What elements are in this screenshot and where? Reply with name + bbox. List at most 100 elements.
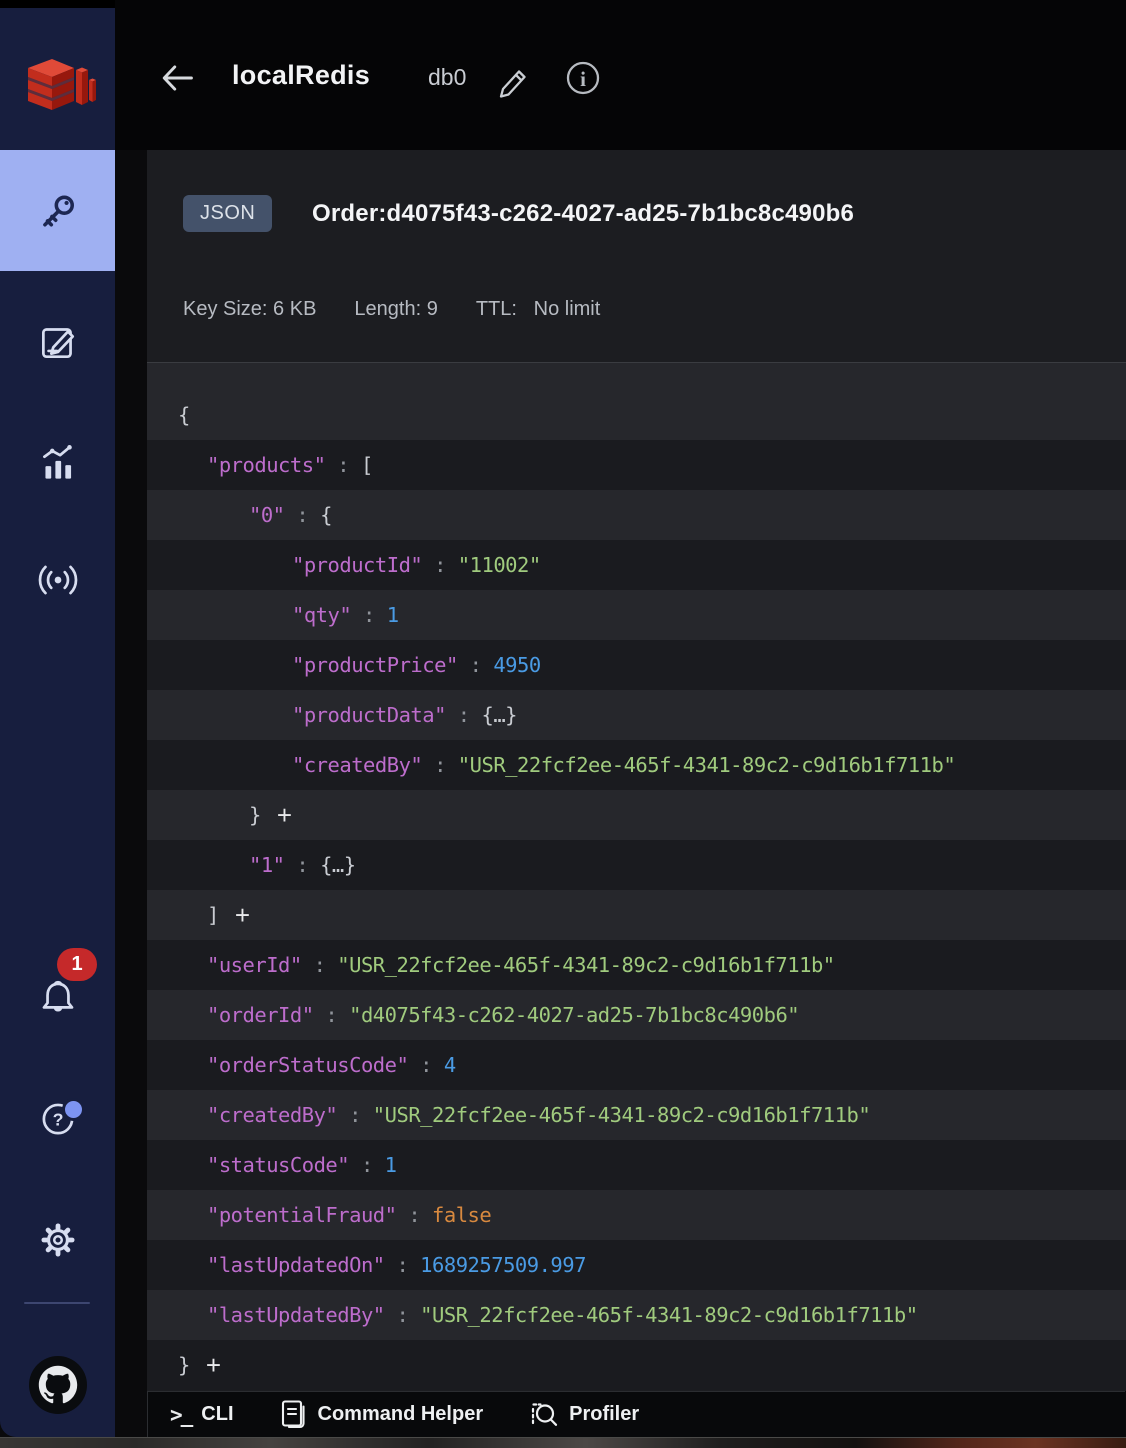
- add-item-button[interactable]: +: [235, 902, 250, 928]
- json-number-value: 1: [386, 603, 399, 627]
- key-ttl[interactable]: TTL: No limit: [476, 298, 600, 321]
- json-key: "createdBy": [207, 1103, 338, 1127]
- json-key: "productPrice": [292, 653, 458, 677]
- json-key: "potentialFraud": [207, 1203, 397, 1227]
- json-colon: :: [408, 1053, 444, 1077]
- json-key: "lastUpdatedBy": [207, 1303, 385, 1327]
- sidebar-item-github[interactable]: [0, 1345, 115, 1425]
- document-icon: [280, 1399, 308, 1431]
- json-row[interactable]: "productData" : {…}: [147, 690, 1126, 740]
- json-row[interactable]: "potentialFraud" : false: [147, 1190, 1126, 1240]
- json-row[interactable]: "createdBy" : "USR_22fcf2ee-465f-4341-89…: [147, 740, 1126, 790]
- header: localRedis db0 i: [115, 0, 1126, 150]
- key-details-panel: JSON Order:d4075f43-c262-4027-ad25-7b1bc…: [147, 150, 1126, 1391]
- json-colon: :: [445, 703, 482, 727]
- analytics-chart-icon: [35, 440, 81, 486]
- json-brace: }: [249, 803, 261, 827]
- json-row[interactable]: {: [147, 390, 1126, 440]
- bottom-toolbar: >_ CLI Command Helper Profiler: [147, 1391, 1125, 1437]
- sidebar-item-help[interactable]: ?: [0, 1078, 115, 1158]
- json-rows: {"products" : ["0" : {"productId" : "110…: [147, 390, 1126, 1390]
- edit-pencil-icon[interactable]: [491, 57, 535, 101]
- json-colon: :: [349, 1153, 385, 1177]
- json-brace: }: [178, 1353, 190, 1377]
- add-item-button[interactable]: +: [206, 1352, 221, 1378]
- json-row[interactable]: } +: [147, 1340, 1126, 1390]
- sidebar: 1 ?: [0, 8, 115, 1437]
- json-row[interactable]: "0" : {: [147, 490, 1126, 540]
- json-brace: ]: [207, 903, 219, 927]
- json-row[interactable]: "lastUpdatedBy" : "USR_22fcf2ee-465f-434…: [147, 1290, 1126, 1340]
- json-row[interactable]: "lastUpdatedOn" : 1689257509.997: [147, 1240, 1126, 1290]
- json-number-value: 4: [443, 1053, 456, 1077]
- json-tree: {"products" : ["0" : {"productId" : "110…: [147, 363, 1126, 1390]
- sidebar-item-analytics[interactable]: [0, 423, 115, 503]
- database-label: db0: [428, 64, 467, 90]
- profiler-search-icon: [529, 1400, 559, 1430]
- cli-button[interactable]: >_ CLI: [170, 1403, 234, 1427]
- sidebar-item-browser[interactable]: [0, 150, 115, 271]
- json-row[interactable]: ] +: [147, 890, 1126, 940]
- json-key: "orderStatusCode": [207, 1053, 409, 1077]
- json-colon: :: [301, 953, 338, 977]
- key-type-badge: JSON: [183, 195, 273, 232]
- back-arrow-icon[interactable]: [157, 58, 197, 98]
- json-row[interactable]: "productPrice" : 4950: [147, 640, 1126, 690]
- key-meta: Key Size: 6 KB Length: 9 TTL: No limit: [183, 298, 600, 321]
- profiler-button[interactable]: Profiler: [529, 1400, 639, 1430]
- profiler-label: Profiler: [569, 1403, 640, 1425]
- svg-text:?: ?: [52, 1109, 63, 1129]
- pubsub-broadcast-icon: [35, 557, 81, 603]
- json-key: "lastUpdatedOn": [207, 1253, 385, 1277]
- json-string-value: "USR_22fcf2ee-465f-4341-89c2-c9d16b1f711…: [420, 1303, 918, 1327]
- json-number-value: 4950: [493, 653, 541, 677]
- json-colon: :: [325, 453, 361, 477]
- json-row[interactable]: "userId" : "USR_22fcf2ee-465f-4341-89c2-…: [147, 940, 1126, 990]
- json-row[interactable]: "qty" : 1: [147, 590, 1126, 640]
- json-string-value: "11002": [457, 553, 541, 577]
- json-brace: {…}: [320, 853, 356, 877]
- info-icon[interactable]: i: [563, 58, 603, 98]
- json-brace: [: [360, 453, 373, 477]
- cli-label: CLI: [201, 1403, 234, 1425]
- command-helper-label: Command Helper: [317, 1403, 484, 1425]
- redis-logo-icon[interactable]: [0, 42, 115, 132]
- json-row[interactable]: "productId" : "11002": [147, 540, 1126, 590]
- json-colon: :: [351, 603, 387, 627]
- json-key: "productData": [292, 703, 446, 727]
- json-row[interactable]: "createdBy" : "USR_22fcf2ee-465f-4341-89…: [147, 1090, 1126, 1140]
- json-colon: :: [313, 1003, 350, 1027]
- json-row[interactable]: "statusCode" : 1: [147, 1140, 1126, 1190]
- gear-icon: [35, 1217, 81, 1263]
- json-colon: :: [284, 503, 321, 527]
- sidebar-item-pubsub[interactable]: [0, 540, 115, 620]
- json-key: "products": [207, 453, 326, 477]
- add-item-button[interactable]: +: [277, 802, 292, 828]
- json-key: "orderId": [207, 1003, 314, 1027]
- key-name[interactable]: Order:d4075f43-c262-4027-ad25-7b1bc8c490…: [312, 200, 854, 228]
- json-colon: :: [422, 553, 458, 577]
- json-row[interactable]: "products" : [: [147, 440, 1126, 490]
- connection-name: localRedis: [232, 60, 371, 90]
- sidebar-item-workbench[interactable]: [0, 301, 115, 381]
- bell-icon: [35, 975, 81, 1021]
- desktop-wallpaper-strip: [0, 1437, 1126, 1448]
- json-brace: {: [320, 503, 332, 527]
- json-brace: {…}: [481, 703, 518, 727]
- sidebar-item-settings[interactable]: [0, 1200, 115, 1280]
- json-string-value: "USR_22fcf2ee-465f-4341-89c2-c9d16b1f711…: [372, 1103, 871, 1127]
- json-colon: :: [422, 753, 458, 777]
- json-row[interactable]: } +: [147, 790, 1126, 840]
- json-key: "0": [249, 503, 285, 527]
- json-number-value: 1689257509.997: [420, 1253, 586, 1277]
- json-row[interactable]: "orderId" : "d4075f43-c262-4027-ad25-7b1…: [147, 990, 1126, 1040]
- json-row[interactable]: "orderStatusCode" : 4: [147, 1040, 1126, 1090]
- command-helper-button[interactable]: Command Helper: [280, 1399, 484, 1431]
- content-gutter: [115, 150, 147, 1437]
- json-key: "1": [249, 853, 285, 877]
- json-row[interactable]: "1" : {…}: [147, 840, 1126, 890]
- json-colon: :: [396, 1203, 433, 1227]
- json-colon: :: [284, 853, 321, 877]
- sidebar-divider: [24, 1302, 90, 1304]
- json-string-value: "USR_22fcf2ee-465f-4341-89c2-c9d16b1f711…: [337, 953, 835, 977]
